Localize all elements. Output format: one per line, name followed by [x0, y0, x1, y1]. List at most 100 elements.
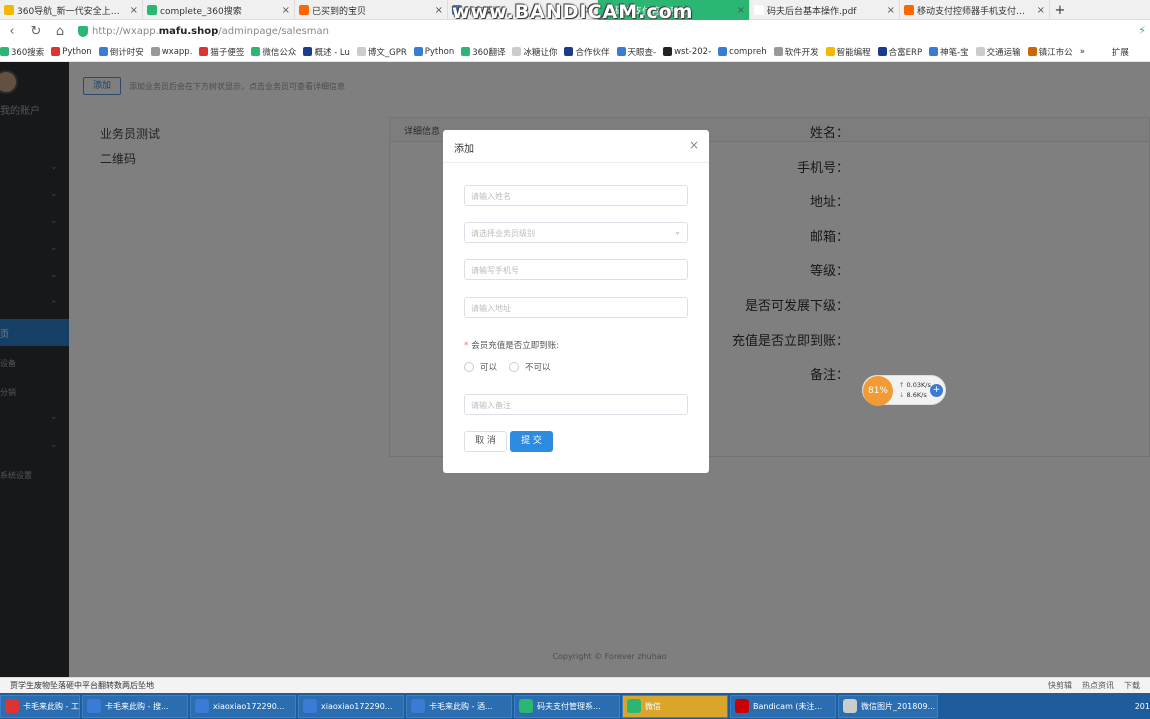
browser-tab[interactable]: 已买到的宝贝 ×: [295, 0, 448, 20]
url-host: mafu.shop: [158, 25, 219, 37]
app-area: 我的账户 ⌄ ⌄ ⌄ ⌄ ⌄ ⌃ 页 设备 分销 ⌄ ⌄ 系统设置 添加 添加业…: [0, 62, 1150, 677]
bookmark-label: 软件开发: [784, 47, 819, 58]
bookmark-item[interactable]: 神笔-宝: [929, 46, 969, 58]
bookmark-label: 猫子便签: [210, 47, 245, 58]
level-select[interactable]: 请选择业务员级别 ⌄: [464, 222, 688, 243]
status-item[interactable]: 快剪辑: [1048, 680, 1072, 691]
home-icon[interactable]: ⌂: [48, 24, 72, 39]
bookmark-item[interactable]: 镇江市公: [1027, 46, 1073, 58]
taskbar-item[interactable]: Bandicam (未注...: [730, 694, 836, 718]
bookmark-favicon-icon: [0, 47, 9, 56]
extensions-button[interactable]: 扩展: [1112, 46, 1129, 58]
clock[interactable]: 201: [1135, 702, 1150, 711]
bookmark-item[interactable]: 360搜索: [0, 46, 44, 58]
phone-input[interactable]: 请输写手机号: [464, 259, 688, 280]
bookmark-item[interactable]: compreh: [718, 47, 767, 57]
address-bar[interactable]: http://wxapp. mafu.shop/adminpage/salesma…: [78, 25, 330, 37]
taskbar-item[interactable]: 码夫支付管理系...: [514, 694, 620, 718]
close-icon[interactable]: ×: [282, 5, 290, 16]
taskbar-item[interactable]: 微信图片_201809...: [838, 694, 938, 718]
name-input[interactable]: 请输入姓名: [464, 185, 688, 206]
taskbar-item[interactable]: xiaoxiao172290...: [190, 694, 296, 718]
close-icon[interactable]: ×: [435, 5, 443, 16]
tab-favicon-icon: [147, 5, 157, 15]
bookmark-item[interactable]: 软件开发: [773, 46, 819, 58]
radio-yes[interactable]: [464, 362, 474, 372]
news-ticker[interactable]: 贾学生废物坠落砸中平台翻转数两后坠地: [10, 680, 154, 691]
bookmark-favicon-icon: [564, 47, 574, 56]
bookmark-label: 360搜索: [11, 47, 45, 58]
dialog-title: 添加: [454, 144, 474, 155]
back-icon[interactable]: ‹: [0, 24, 24, 39]
refresh-icon[interactable]: ↻: [24, 24, 48, 39]
upload-speed: ↑ 0.03K/s: [899, 381, 931, 389]
bookmark-item[interactable]: 冰糖让你: [512, 46, 557, 58]
bookmark-favicon-icon: [877, 47, 887, 56]
radio-no[interactable]: [509, 362, 520, 372]
bookmark-item[interactable]: wst-202-: [663, 47, 711, 57]
remark-input[interactable]: 请输入备注: [464, 394, 688, 415]
bookmark-label: 博文_GPR: [367, 47, 407, 58]
taskbar-label: 卡毛来此购 - 搜...: [105, 701, 169, 711]
bookmark-item[interactable]: 合富ERP: [877, 46, 922, 58]
new-tab-button[interactable]: +: [1050, 0, 1070, 20]
taskbar-item[interactable]: 卡毛来此购 - 工...: [0, 694, 80, 718]
status-item[interactable]: 下载: [1124, 680, 1140, 691]
browser-tab[interactable]: complete_360搜索 ×: [143, 0, 295, 20]
close-icon[interactable]: ×: [887, 5, 895, 16]
lightning-icon[interactable]: ⚡: [1138, 24, 1146, 37]
cancel-button[interactable]: 取 消: [464, 431, 507, 452]
address-input[interactable]: 请输入地址: [464, 297, 688, 318]
tab-favicon-icon: [754, 5, 764, 15]
bookmark-label: 神笔-宝: [940, 47, 969, 58]
bookmark-item[interactable]: 猫子便签: [199, 46, 244, 58]
bookmark-label: wxapp.: [161, 46, 193, 57]
taskbar-app-icon: [519, 699, 533, 713]
bookmark-item[interactable]: 博文_GPR: [356, 46, 407, 58]
status-item[interactable]: 热点资讯: [1082, 680, 1114, 691]
tab-label: 移动支付控师器手机支付扫码收: [917, 6, 1031, 17]
bookmark-favicon-icon: [718, 47, 728, 56]
bookmark-item[interactable]: 合作伙伴: [564, 46, 610, 58]
memory-usage: 81%: [863, 376, 893, 406]
bookmark-item[interactable]: 天眼查-: [616, 46, 657, 58]
bookmark-label: Python: [62, 46, 92, 57]
network-speed-widget[interactable]: 81% ↑ 0.03K/s ↓ 8.6K/s +: [862, 375, 946, 406]
url-path: /adminpage/salesman: [218, 25, 330, 37]
bookmark-favicon-icon: [825, 47, 835, 56]
browser-tab[interactable]: 360导航_新一代安全上网导航 ×: [0, 0, 143, 20]
browser-tab[interactable]: 移动支付控师器手机支付扫码收 ×: [900, 0, 1050, 20]
status-right: 快剪辑 热点资讯 下载: [1038, 680, 1140, 691]
bookmark-item[interactable]: 概述 - Lu: [303, 46, 350, 58]
taskbar-item[interactable]: xiaoxiao172290...: [298, 694, 404, 718]
bookmark-item[interactable]: 交通运输: [975, 46, 1021, 58]
bookmark-label: 天眼查-: [627, 47, 657, 58]
close-icon[interactable]: ×: [1037, 5, 1045, 16]
bookmark-item[interactable]: wxapp.: [150, 46, 193, 57]
recharge-label-text: 会员充值是否立即到账:: [471, 341, 560, 351]
boost-icon[interactable]: +: [930, 384, 943, 397]
taskbar-item[interactable]: 卡毛来此购 - 搜...: [82, 694, 188, 718]
recharge-label: * 会员充值是否立即到账:: [464, 339, 559, 351]
close-icon[interactable]: ×: [689, 138, 699, 152]
bookmarks-more-button[interactable]: »: [1080, 47, 1085, 57]
taskbar-app-icon: [195, 699, 209, 713]
submit-button[interactable]: 提 交: [510, 431, 553, 452]
system-tray: 201: [1129, 693, 1150, 719]
bookmark-item[interactable]: Python: [413, 47, 454, 57]
bookmark-item[interactable]: 倒计时安: [98, 46, 144, 58]
taskbar-app-icon: [87, 699, 101, 713]
taskbar-item[interactable]: 微信: [622, 694, 728, 718]
bookmark-item[interactable]: 微信公众: [251, 46, 296, 58]
radio-yes-label[interactable]: 可以: [480, 361, 497, 373]
bookmark-item[interactable]: 智能编程: [825, 46, 871, 58]
close-icon[interactable]: ×: [130, 5, 138, 16]
bookmark-label: 360翻译: [472, 47, 506, 58]
bookmark-item[interactable]: 360翻译: [461, 46, 505, 58]
close-icon[interactable]: ×: [737, 5, 745, 16]
chevron-down-icon: ⌄: [674, 227, 681, 236]
radio-no-label[interactable]: 不可以: [525, 361, 551, 373]
taskbar-item[interactable]: 卡毛来此购 - 酒...: [406, 694, 512, 718]
browser-tab[interactable]: 码夫后台基本操作.pdf ×: [750, 0, 900, 20]
bookmark-item[interactable]: Python: [51, 46, 92, 57]
